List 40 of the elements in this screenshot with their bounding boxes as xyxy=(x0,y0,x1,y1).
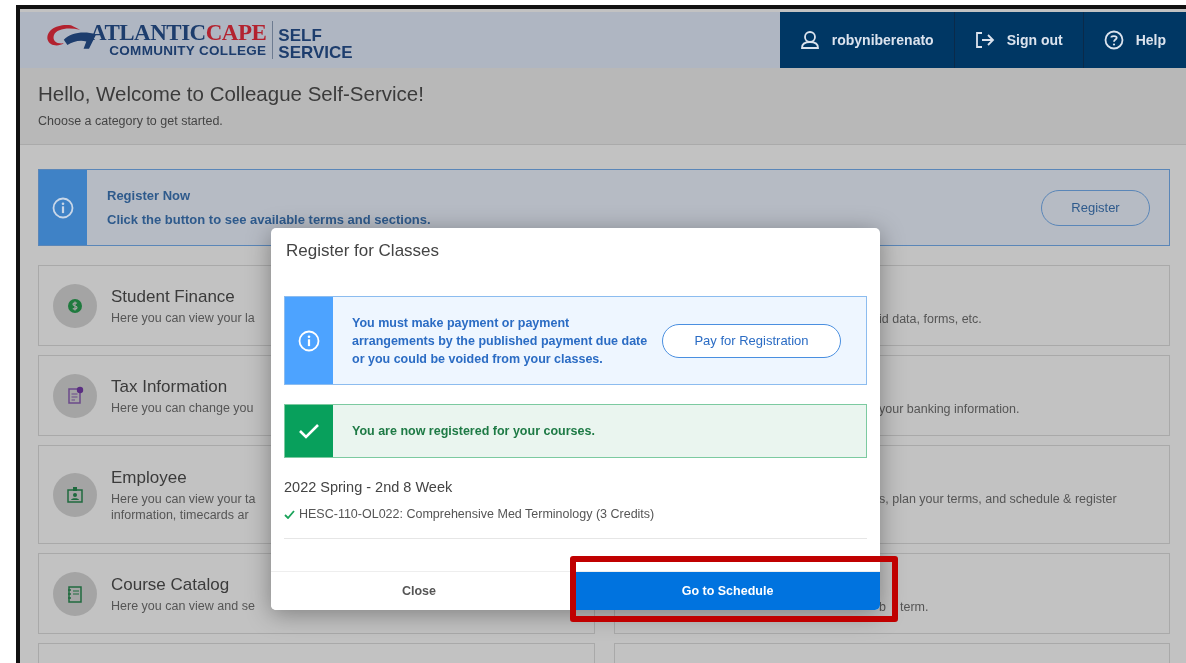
document-icon xyxy=(53,373,97,418)
category-description: s, plan your terms, and schedule & register xyxy=(879,491,1117,507)
category-title: Course Catalog xyxy=(111,575,231,595)
sign-out-icon xyxy=(974,31,995,49)
category-description: b xyxy=(879,599,886,615)
category-description: term. xyxy=(899,599,929,615)
banner-title: Register Now xyxy=(107,188,192,203)
category-title: Employee xyxy=(111,468,188,488)
checkmark-icon xyxy=(298,422,320,440)
badge-icon xyxy=(53,472,97,517)
user-icon xyxy=(799,30,820,50)
info-icon xyxy=(298,329,320,352)
category-title: Tax Information xyxy=(111,377,229,397)
logo-wordmark-accent: CAPE xyxy=(205,20,267,45)
alert-message: You are now registered for your courses. xyxy=(351,423,595,440)
welcome-title: Hello, Welcome to Colleague Self-Service! xyxy=(38,81,425,106)
help-icon xyxy=(1103,30,1124,50)
category-description: Here you can change you xyxy=(111,400,254,416)
info-icon xyxy=(52,196,74,219)
logo-subtitle: COMMUNITY COLLEGE xyxy=(109,44,267,58)
welcome-subtitle: Choose a category to get started. xyxy=(38,114,224,128)
book-icon xyxy=(53,571,97,616)
category-description: Here you can view your ta xyxy=(111,491,256,507)
logo-wordmark: ATLANTIC xyxy=(90,20,206,45)
category-description: Here you can view your la xyxy=(111,310,255,326)
go-to-schedule-button[interactable]: Go to Schedule xyxy=(575,572,880,610)
product-name: SELF xyxy=(278,27,323,44)
pay-for-registration-button[interactable]: Pay for Registration xyxy=(662,323,841,358)
product-name: SERVICE xyxy=(278,44,353,61)
dollar-icon xyxy=(53,283,97,328)
category-description: information, timecards ar xyxy=(111,507,250,523)
category-description: Here you can view and se xyxy=(111,598,255,614)
category-description: id data, forms, etc. xyxy=(879,311,982,327)
register-button[interactable]: Register xyxy=(1041,189,1150,226)
category-title: Student Finance xyxy=(111,287,236,307)
category-description: your banking information. xyxy=(879,401,1020,417)
term-heading: 2022 Spring - 2nd 8 Week xyxy=(283,478,454,495)
close-button[interactable]: Close xyxy=(271,572,567,610)
dialog-title: Register for Classes xyxy=(285,240,441,262)
banner-description: Click the button to see available terms and sections. xyxy=(107,212,432,227)
